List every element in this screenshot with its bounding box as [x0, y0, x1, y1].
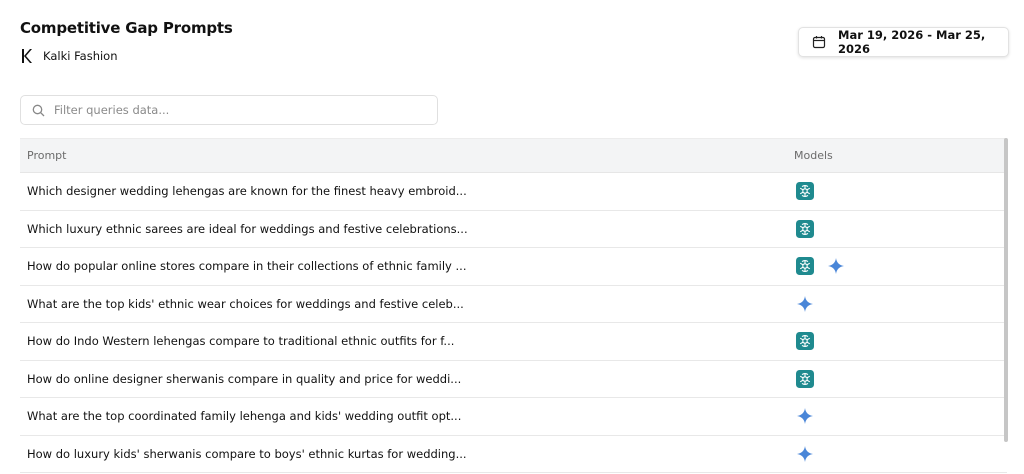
prompts-table: Prompt Models Which designer wedding leh… — [20, 138, 1007, 473]
table-row[interactable]: How do luxury kids' sherwanis compare to… — [20, 436, 1007, 473]
table-row[interactable]: What are the top coordinated family lehe… — [20, 398, 1007, 436]
table-body: Which designer wedding lehengas are know… — [20, 173, 1007, 473]
calendar-icon — [812, 35, 826, 49]
prompt-text: Which designer wedding lehengas are know… — [27, 184, 467, 199]
brand-name: Kalki Fashion — [43, 48, 118, 63]
search-icon — [32, 104, 45, 117]
prompt-text: How do online designer sherwanis compare… — [27, 371, 462, 386]
date-range-button[interactable]: Mar 19, 2026 - Mar 25, 2026 — [798, 27, 1009, 57]
table-header: Prompt Models — [20, 138, 1007, 173]
openai-icon — [796, 369, 814, 388]
column-header-models[interactable]: Models — [794, 149, 833, 162]
table-row[interactable]: What are the top kids' ethnic wear choic… — [20, 286, 1007, 323]
table-row[interactable]: How do popular online stores compare in … — [20, 248, 1007, 286]
models-cell — [796, 257, 845, 276]
prompt-text: What are the top coordinated family lehe… — [27, 409, 462, 424]
column-header-prompt[interactable]: Prompt — [27, 149, 66, 162]
models-cell — [796, 445, 814, 463]
table-row[interactable]: How do Indo Western lehengas compare to … — [20, 323, 1007, 361]
date-range-label: Mar 19, 2026 - Mar 25, 2026 — [838, 28, 986, 56]
models-cell — [796, 332, 814, 351]
search-box[interactable] — [20, 95, 438, 125]
search-input[interactable] — [54, 103, 414, 117]
gemini-icon — [827, 257, 845, 275]
page-title: Competitive Gap Prompts — [20, 19, 233, 37]
table-row[interactable]: How do online designer sherwanis compare… — [20, 361, 1007, 398]
table-row[interactable]: Which luxury ethnic sarees are ideal for… — [20, 211, 1007, 248]
gemini-icon — [796, 407, 814, 425]
gemini-icon — [796, 295, 814, 313]
models-cell — [796, 295, 814, 313]
models-cell — [796, 182, 814, 201]
models-cell — [796, 369, 814, 388]
prompt-text: Which luxury ethnic sarees are ideal for… — [27, 221, 468, 236]
vertical-scrollbar[interactable] — [1004, 138, 1008, 442]
openai-icon — [796, 257, 814, 276]
gemini-icon — [796, 445, 814, 463]
prompt-text: What are the top kids' ethnic wear choic… — [27, 296, 464, 311]
openai-icon — [796, 182, 814, 201]
brand: Kalki Fashion — [20, 47, 118, 64]
models-cell — [796, 219, 814, 238]
table-row[interactable]: Which designer wedding lehengas are know… — [20, 173, 1007, 211]
prompt-text: How do Indo Western lehengas compare to … — [27, 334, 455, 349]
openai-icon — [796, 219, 814, 238]
brand-logo-icon — [20, 47, 34, 64]
prompt-text: How do popular online stores compare in … — [27, 259, 467, 274]
openai-icon — [796, 332, 814, 351]
models-cell — [796, 407, 814, 425]
prompt-text: How do luxury kids' sherwanis compare to… — [27, 446, 467, 461]
